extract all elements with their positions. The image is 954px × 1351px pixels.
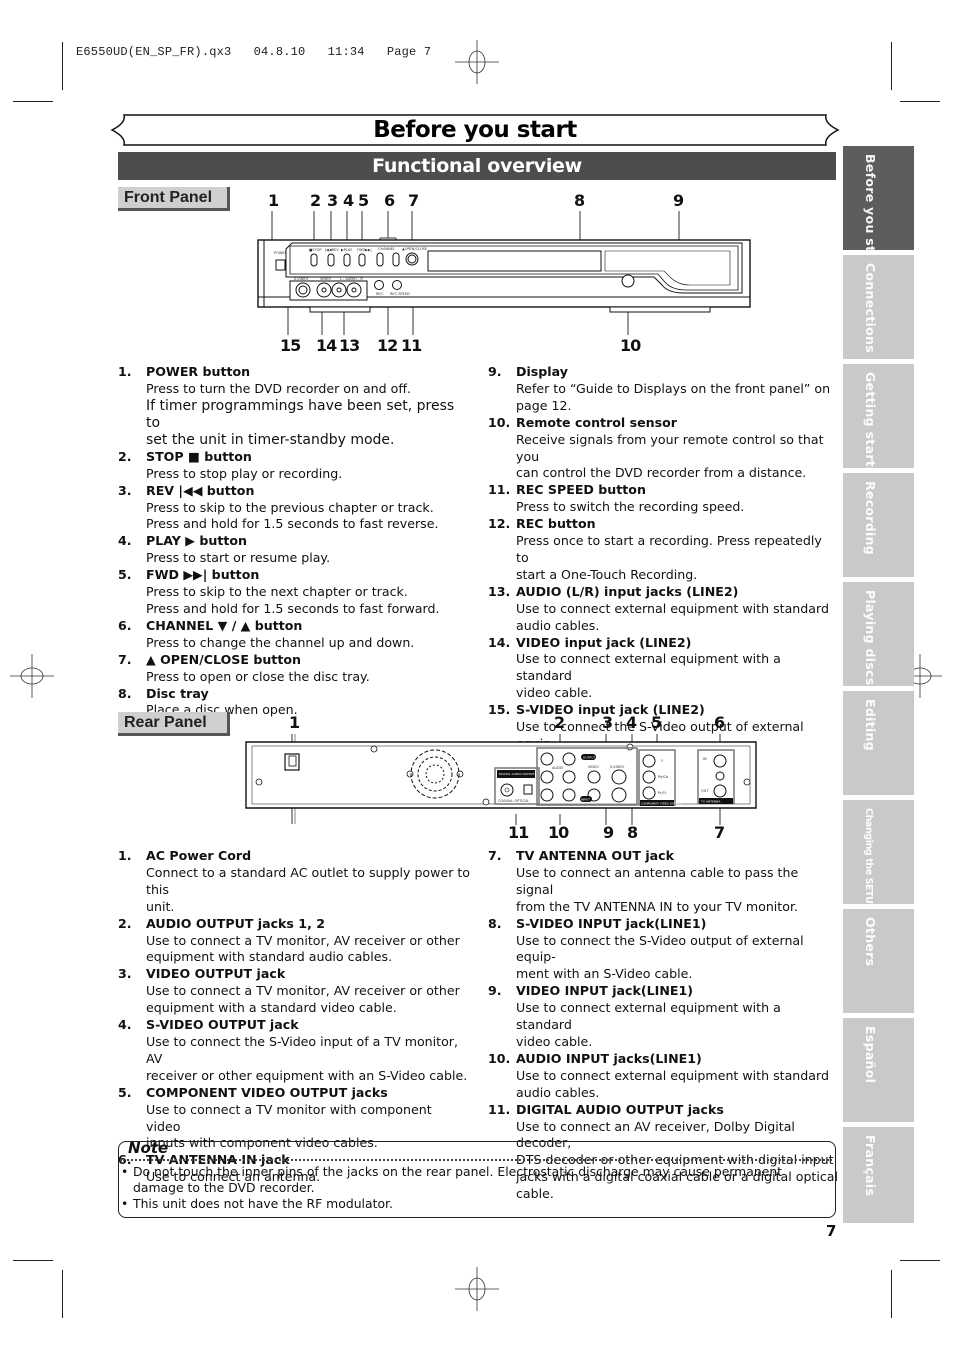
front-panel-diagram: POWER ■STOP |◀◀REV ▶PLAY FWD▶▶| CHANNEL … <box>257 211 751 335</box>
crop-mark <box>62 42 63 90</box>
description-item: 10. Remote control sensor Receive signal… <box>488 414 824 481</box>
device-label-out: OUT <box>701 789 709 793</box>
front-panel-descriptions-right: 9. Display Refer to “Guide to Displays o… <box>488 364 838 770</box>
description-item: 2. STOP ■ button Press to stop play or r… <box>118 448 343 481</box>
tab-others[interactable]: Others <box>843 909 914 1013</box>
tab-playing-discs[interactable]: Playing discs <box>843 582 914 686</box>
device-label-play: ▶PLAY <box>341 248 353 252</box>
description-item: 7. ▲ OPEN/CLOSE button Press to open or … <box>118 651 370 684</box>
note-bullet: Do not touch the inner pins of the jacks… <box>120 1164 830 1196</box>
device-label-video: VIDEO <box>588 765 599 769</box>
device-label-digital-audio-output: DIGITAL AUDIO OUTPUT <box>499 772 535 776</box>
note-text: Do not touch the inner pins of the jacks… <box>120 1164 830 1212</box>
front-panel-label: Front Panel <box>118 187 230 211</box>
description-item: 4. S-VIDEO OUTPUT jack Use to connect th… <box>118 1017 468 1083</box>
device-label-audio: L - AUDIO - R <box>340 277 363 281</box>
device-label-rec: REC <box>376 292 384 296</box>
tab-connections[interactable]: Connections <box>843 255 914 359</box>
device-label-rec-speed: REC SPEED <box>390 292 410 296</box>
device-label-input: INPUT <box>581 798 590 802</box>
tab-editing[interactable]: Editing <box>843 691 914 795</box>
device-label-pr: Pr/Cr <box>658 791 667 795</box>
description-item: 7. TV ANTENNA OUT jack Use to connect an… <box>488 848 799 914</box>
registration-mark-icon <box>455 1267 499 1311</box>
crop-mark <box>900 101 940 102</box>
device-label-pb: Pb/Cb <box>658 775 669 779</box>
device-label-output: OUTPUT <box>583 756 595 760</box>
description-item: 10. AUDIO INPUT jacks(LINE1) Use to conn… <box>488 1050 829 1100</box>
crop-mark <box>13 101 53 102</box>
print-slug: E6550UD(EN_SP_FR).qx3 04.8.10 11:34 Page… <box>76 45 432 59</box>
front-panel-descriptions-left: 1. POWER button Press to turn the DVD re… <box>118 364 468 719</box>
tab-francais[interactable]: Français <box>843 1127 914 1223</box>
description-item: 12. REC button Press once to start a rec… <box>488 516 822 582</box>
registration-mark-icon <box>455 40 499 84</box>
device-label-antenna: TV ANTENNA <box>700 800 721 804</box>
description-item: 1. POWER button Press to turn the DVD re… <box>118 364 455 448</box>
device-label-fwd: FWD▶▶| <box>357 248 372 252</box>
description-item: 9. Display Refer to “Guide to Displays o… <box>488 364 831 413</box>
description-item: 2. AUDIO OUTPUT jacks 1, 2 Use to connec… <box>118 915 460 965</box>
description-item: 1. AC Power Cord Connect to a standard A… <box>118 848 471 914</box>
chapter-title-banner: Before you start <box>110 113 840 147</box>
tab-before-you-start[interactable]: Before you start <box>843 146 914 274</box>
device-label-rev: |◀◀REV <box>325 248 339 252</box>
chapter-title: Before you start <box>373 117 577 143</box>
crop-mark <box>13 1260 53 1261</box>
device-label-coaxial-optical: COAXIAL OPTICAL <box>498 799 529 803</box>
device-label-open-close: ▲OPEN/CLOSE <box>402 247 427 251</box>
description-item: 9. VIDEO INPUT jack(LINE1) Use to connec… <box>488 983 781 1049</box>
rear-panel-label: Rear Panel <box>118 712 230 736</box>
crop-mark <box>891 1270 892 1318</box>
note-bullet: This unit does not have the RF modulator… <box>120 1196 830 1212</box>
tab-changing-setup-menu[interactable]: Changing the SETUP menu <box>843 800 914 941</box>
description-item: 4. PLAY ▶ button Press to start or resum… <box>118 533 331 566</box>
registration-mark-icon <box>10 654 54 698</box>
device-label-component: COMPONENT VIDEO OUTPUT <box>641 802 681 806</box>
device-label-svideo: S-VIDEO <box>610 765 625 769</box>
description-item: 5. FWD ▶▶| button Press to skip to the n… <box>118 567 440 616</box>
tab-recording[interactable]: Recording <box>843 473 914 577</box>
description-item: 8. S-VIDEO INPUT jack(LINE1) Use to conn… <box>488 915 804 982</box>
description-item: 14. VIDEO input jack (LINE2) Use to conn… <box>488 634 781 701</box>
device-label-video: VIDEO <box>320 277 331 281</box>
device-label-power: POWER <box>274 251 288 255</box>
crop-mark <box>62 1270 63 1318</box>
description-item: 11. REC SPEED button Press to switch the… <box>488 482 745 515</box>
device-label-stop: ■STOP <box>309 248 322 252</box>
description-item: 3. REV |◀◀ button Press to skip to the p… <box>118 482 439 532</box>
description-item: 6. CHANNEL ▼ / ▲ button Press to change … <box>118 617 415 650</box>
tab-espanol[interactable]: Español <box>843 1018 914 1122</box>
note-divider <box>120 1159 832 1161</box>
rear-panel-diagram: DIGITAL AUDIO OUTPUT COAXIAL OPTICAL OUT… <box>245 734 757 825</box>
device-label-in: IN <box>703 757 707 761</box>
section-title: Functional overview <box>118 152 836 180</box>
tab-getting-started[interactable]: Getting started <box>843 364 914 485</box>
description-item: 3. VIDEO OUTPUT jack Use to connect a TV… <box>118 966 460 1016</box>
chapter-tabs-sidebar: Before you start Connections Getting sta… <box>843 146 914 1226</box>
description-item: 13. AUDIO (L/R) input jacks (LINE2) Use … <box>488 583 829 633</box>
note-title: Note <box>128 1139 169 1157</box>
crop-mark <box>900 1260 940 1261</box>
device-label-svideo: S-VIDEO <box>294 277 309 281</box>
device-label-audio: AUDIO <box>552 766 564 770</box>
device-label-channel: CHANNEL <box>378 247 395 251</box>
crop-mark <box>891 42 892 90</box>
rear-panel-descriptions-left: 1. AC Power Cord Connect to a standard A… <box>118 848 470 1186</box>
page-number: 7 <box>826 1222 837 1240</box>
